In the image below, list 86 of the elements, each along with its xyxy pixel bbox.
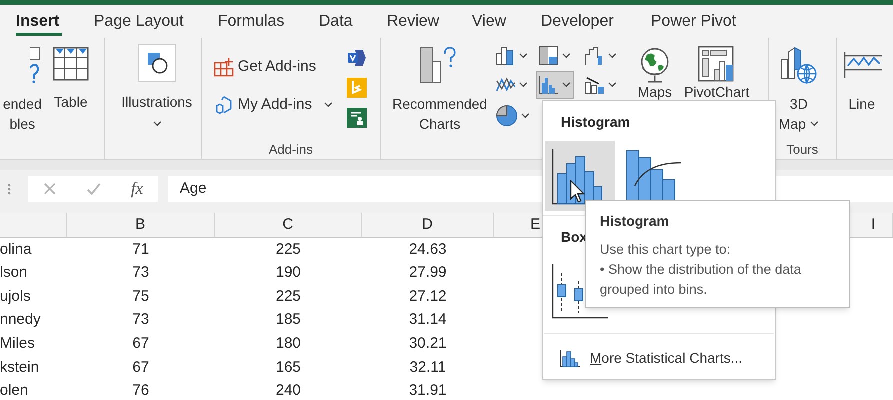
table-cell-text: olen bbox=[0, 381, 30, 400]
check-icon[interactable] bbox=[86, 182, 102, 196]
ribbon-tab[interactable]: Formulas bbox=[218, 5, 319, 38]
chevron-down-icon[interactable] bbox=[608, 53, 617, 59]
table-cell-text: ujols bbox=[0, 286, 32, 307]
pie-chart-icon bbox=[496, 105, 518, 127]
column-header[interactable]: I bbox=[855, 213, 893, 237]
add-in-grid-icon bbox=[214, 57, 234, 77]
table-cell-text: 32.11 bbox=[408, 358, 448, 378]
3d-map-icon bbox=[779, 46, 819, 84]
table-cell-text: 190 bbox=[274, 263, 302, 284]
column-chart-icon bbox=[496, 46, 516, 66]
tooltip-title: Histogram bbox=[600, 212, 670, 231]
section-heading: Histogram bbox=[561, 114, 630, 130]
table-icon bbox=[53, 46, 89, 82]
chevron-down-icon[interactable] bbox=[519, 82, 528, 88]
tooltip-text: • Show the distribution of the data grouped into bins. bbox=[600, 261, 802, 299]
table-button[interactable]: Table bbox=[50, 38, 92, 148]
table-cell-text: olina bbox=[0, 240, 33, 260]
group-label: Add-ins bbox=[268, 140, 314, 158]
chevron-down-icon[interactable] bbox=[152, 121, 162, 127]
histogram-icon bbox=[560, 350, 580, 368]
waterfall-chart-icon bbox=[585, 46, 605, 66]
table-cell-text: 31.91 bbox=[408, 381, 448, 400]
ribbon-tab[interactable]: Developer bbox=[541, 5, 651, 38]
ribbon-tab[interactable]: View bbox=[472, 5, 541, 38]
treemap-icon bbox=[539, 46, 559, 66]
table-cell-text: 27.99 bbox=[408, 263, 448, 284]
table-cell-text: 180 bbox=[274, 334, 302, 354]
chevron-down-icon[interactable] bbox=[324, 102, 334, 108]
hexagon-icon bbox=[214, 95, 234, 115]
tooltip-text: Use this chart type to: bbox=[600, 241, 732, 259]
histogram-icon bbox=[539, 75, 559, 95]
chevron-down-icon[interactable] bbox=[562, 53, 571, 59]
insert-function-button[interactable]: fx bbox=[131, 176, 144, 202]
sparkline-line-button[interactable]: Line bbox=[837, 38, 887, 148]
visio-icon[interactable] bbox=[347, 48, 368, 68]
ribbon-tab[interactable]: Page Layout bbox=[94, 5, 218, 38]
chevron-down-icon[interactable] bbox=[562, 82, 571, 88]
pivot-tables-button[interactable]: ended bles bbox=[0, 38, 42, 148]
table-cell-text: nnedy bbox=[0, 310, 42, 330]
table-cell-text: 73 bbox=[132, 310, 150, 330]
pointer-icon bbox=[570, 180, 586, 204]
illustrations-button[interactable]: Illustrations bbox=[117, 38, 197, 148]
chevron-down-icon[interactable] bbox=[519, 53, 528, 59]
table-cell-text: 31.14 bbox=[408, 310, 448, 330]
table-cell-text: 24.63 bbox=[408, 240, 448, 260]
chart-type-button[interactable] bbox=[536, 71, 574, 99]
shapes-icon bbox=[138, 44, 176, 82]
column-header[interactable]: B bbox=[67, 213, 215, 237]
pivot-chart-icon bbox=[698, 46, 736, 84]
chevron-down-icon[interactable] bbox=[521, 113, 530, 119]
pareto-chart-icon bbox=[626, 150, 682, 202]
chevron-down-icon[interactable] bbox=[608, 82, 617, 88]
table-cell-text: 67 bbox=[132, 358, 150, 378]
table-cell-text: 27.12 bbox=[408, 286, 448, 307]
table-cell-text: 225 bbox=[274, 286, 302, 307]
table-cell-text: 73 bbox=[132, 263, 150, 284]
table-cell-text: 240 bbox=[274, 381, 302, 400]
ribbon-tab[interactable]: Power Pivot bbox=[651, 5, 761, 38]
ribbon-tab[interactable]: Insert bbox=[16, 5, 94, 38]
recommended-charts-button[interactable]: Recommended Charts bbox=[389, 38, 491, 148]
table-cell-text: 185 bbox=[274, 310, 302, 330]
more-charts-link[interactable]: More Statistical Charts... bbox=[544, 333, 774, 369]
combo-chart-icon bbox=[585, 75, 605, 95]
ribbon-tab[interactable]: Data bbox=[319, 5, 387, 38]
group-label: Tours bbox=[786, 140, 820, 158]
get-add-ins-button[interactable]: Get Add-ins bbox=[214, 54, 334, 80]
ribbon-tab[interactable]: Review bbox=[387, 5, 472, 38]
drag-handle-icon[interactable] bbox=[8, 184, 10, 194]
my-add-ins-button[interactable]: My Add-ins bbox=[214, 92, 334, 118]
table-cell-text: 165 bbox=[274, 358, 302, 378]
column-header[interactable]: C bbox=[215, 213, 362, 237]
table-cell-text: 225 bbox=[274, 240, 302, 260]
table-cell-text: 71 bbox=[132, 240, 150, 260]
table-cell-text: lson bbox=[0, 263, 29, 284]
chart-option-button[interactable] bbox=[545, 141, 615, 211]
people-graph-icon[interactable] bbox=[347, 108, 368, 128]
table-cell-text: 76 bbox=[132, 381, 150, 400]
table-cell-text: Miles bbox=[0, 334, 36, 354]
table-cell-text: kstein bbox=[0, 358, 40, 378]
table-cell-text: 30.21 bbox=[408, 334, 448, 354]
table-cell-text: 67 bbox=[132, 334, 150, 354]
column-header[interactable]: D bbox=[362, 213, 494, 237]
chevron-down-icon[interactable] bbox=[810, 121, 820, 127]
table-cell-text: 75 bbox=[132, 286, 150, 307]
